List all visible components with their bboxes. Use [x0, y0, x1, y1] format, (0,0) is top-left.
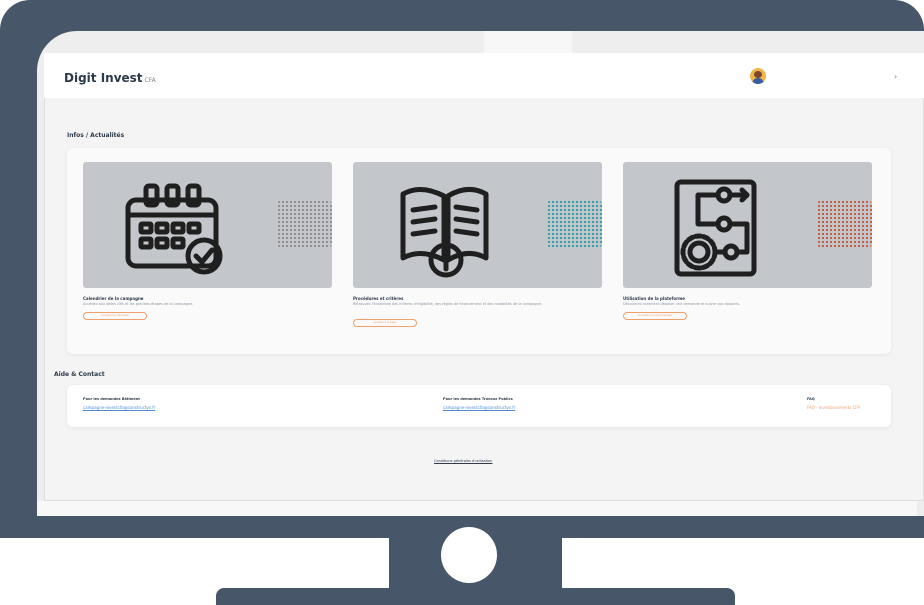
card-procedures[interactable]: Procédures et critères Retrouvez l'ensem… — [353, 162, 602, 337]
calendar-icon — [121, 174, 231, 278]
card-platform[interactable]: Utilisation de la plateforme Découvrez c… — [623, 162, 872, 337]
card-calendar-title: Calendrier de la campagne — [83, 296, 144, 301]
card-calendar-description: Accédez aux dates clés et les grandes ét… — [83, 302, 194, 306]
book-info-icon — [391, 174, 501, 278]
card-calendar-button[interactable]: Consulter le calendrier — [83, 312, 147, 320]
infos-section-title: Infos / Actualités — [67, 132, 125, 139]
card-calendar[interactable]: Calendrier de la campagne Accédez aux da… — [83, 162, 332, 337]
card-calendar-dot-pattern — [277, 200, 332, 248]
contact-batiment-email-link[interactable]: campagne-investcfa@constructys.fr — [83, 405, 155, 410]
card-procedures-dot-pattern — [547, 200, 602, 248]
aide-section-title: Aide & Contact — [54, 371, 105, 378]
workflow-icon — [661, 174, 771, 278]
monitor-stand-foot — [216, 588, 735, 605]
header-menu-icon[interactable]: › — [894, 73, 897, 81]
card-platform-description: Découvrez comment déposer une demande et… — [623, 302, 741, 306]
contact-travaux-email-link[interactable]: campagne-investcfa@constructys.fr — [443, 405, 515, 410]
card-calendar-media — [83, 162, 332, 288]
monitor-screen: Digit Invest CFA › Infos / Actualités Ca… — [37, 31, 924, 516]
screen-bottom-strip — [37, 501, 917, 516]
card-platform-title: Utilisation de la plateforme — [623, 296, 685, 301]
brand-suffix: CFA — [144, 77, 156, 84]
app-window: Digit Invest CFA › Infos / Actualités Ca… — [44, 53, 924, 501]
card-platform-button[interactable]: Consulter le mode d'emploi — [623, 312, 687, 320]
avatar-head — [754, 71, 762, 78]
contact-faq: FAQ FAQ - Investissements CFA — [807, 397, 860, 410]
card-procedures-title: Procédures et critères — [353, 296, 404, 301]
card-platform-dot-pattern — [817, 200, 872, 248]
brand-title: Digit Invest CFA — [64, 71, 156, 85]
avatar-body — [752, 78, 764, 84]
contact-travaux: Pour les demandes Travaux Publics campag… — [443, 397, 515, 410]
terms-link[interactable]: Conditions générales d'utilisation — [434, 459, 492, 463]
contact-batiment-label: Pour les demandes Bâtiment — [83, 397, 140, 401]
faq-link[interactable]: FAQ - Investissements CFA — [807, 405, 860, 410]
card-procedures-button[interactable]: Accéder à la page — [353, 319, 417, 327]
contact-travaux-label: Pour les demandes Travaux Publics — [443, 397, 513, 401]
avatar[interactable] — [750, 68, 766, 84]
brand-name: Digit Invest — [64, 71, 143, 85]
monitor-power-button — [441, 527, 497, 583]
app-header: Digit Invest CFA › — [44, 53, 924, 98]
card-platform-media — [623, 162, 872, 288]
card-procedures-description: Retrouvez l'ensemble des critères d'élig… — [353, 302, 543, 306]
screen-notch — [484, 31, 572, 53]
contact-batiment: Pour les demandes Bâtiment campagne-inve… — [83, 397, 155, 410]
infos-cards-panel: Calendrier de la campagne Accédez aux da… — [67, 148, 891, 354]
card-procedures-media — [353, 162, 602, 288]
contact-panel: Pour les demandes Bâtiment campagne-inve… — [67, 385, 891, 427]
contact-faq-label: FAQ — [807, 397, 815, 401]
monitor-bezel: Digit Invest CFA › Infos / Actualités Ca… — [0, 0, 924, 538]
